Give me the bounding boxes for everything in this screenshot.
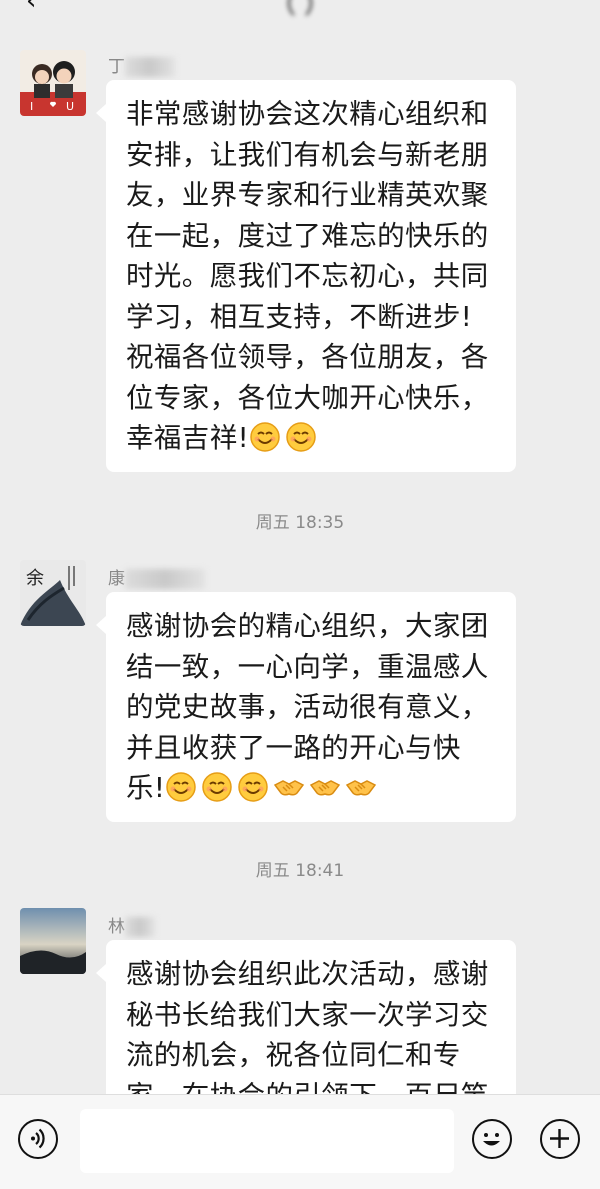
emoji-icon[interactable] [472, 1119, 512, 1159]
smile-emoji [201, 771, 233, 803]
title-bar: ‹ （ ） [0, 0, 600, 22]
avatar[interactable]: I U [20, 50, 86, 116]
message-bubble[interactable]: 非常感谢协会这次精心组织和安排，让我们有机会与新老朋友，业界专家和行业精英欢聚在… [96, 80, 516, 472]
voice-icon[interactable] [18, 1119, 58, 1159]
avatar[interactable] [20, 908, 86, 974]
svg-text:I: I [30, 100, 33, 113]
avatar[interactable]: 余 [20, 560, 86, 626]
handshake-emoji [309, 771, 341, 803]
back-icon[interactable]: ‹ [26, 0, 36, 16]
message-text: 感谢协会组织此次活动，感谢秘书长给我们大家一次学习交流的机会，祝各位同仁和专家，… [126, 958, 489, 1094]
timestamp: 周五 18:41 [255, 861, 345, 881]
timestamp: 周五 18:35 [255, 513, 345, 533]
plus-icon[interactable] [540, 1119, 580, 1159]
sender-name: 林 [108, 912, 155, 937]
chat-input-bar [0, 1094, 600, 1189]
svg-text:U: U [66, 100, 74, 113]
svg-text:余: 余 [26, 568, 44, 589]
smile-emoji [237, 771, 269, 803]
message-bubble[interactable]: 感谢协会的精心组织，大家团结一致，一心向学，重温感人的党史故事，活动很有意义，并… [96, 592, 516, 822]
handshake-emoji [345, 771, 377, 803]
handshake-emoji [273, 771, 305, 803]
sender-name: 丁 [108, 52, 175, 77]
message-text: 非常感谢协会这次精心组织和安排，让我们有机会与新老朋友，业界专家和行业精英欢聚在… [126, 98, 489, 454]
chat-title: （ ） [269, 0, 331, 20]
sender-name: 康 [108, 564, 205, 589]
smile-emoji [285, 421, 317, 453]
smile-emoji [249, 421, 281, 453]
message-bubble[interactable]: 感谢协会组织此次活动，感谢秘书长给我们大家一次学习交流的机会，祝各位同仁和专家，… [96, 940, 516, 1094]
chat-message-list[interactable]: ‹ （ ） I U 丁 非常感谢协会这次精心组织和安排，让我们有机会与新老朋友，… [0, 0, 600, 1094]
smile-emoji [165, 771, 197, 803]
message-input[interactable] [80, 1109, 454, 1173]
